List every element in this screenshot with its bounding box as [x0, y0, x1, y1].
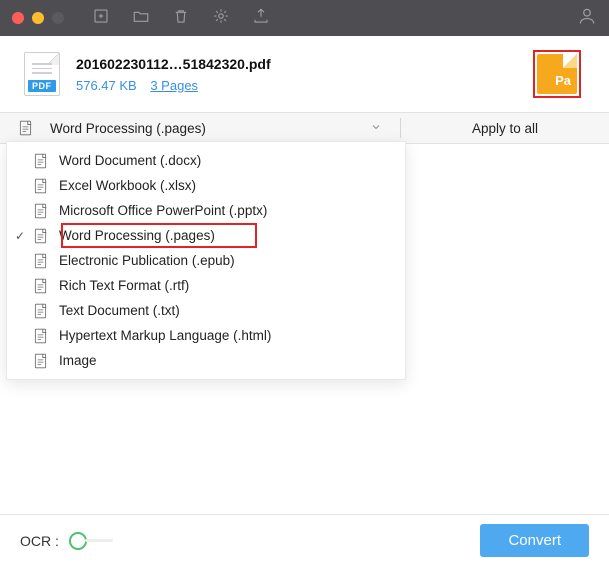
document-icon: [29, 203, 51, 219]
document-icon: [29, 153, 51, 169]
apply-to-all-button[interactable]: Apply to all: [401, 121, 609, 136]
dropdown-item-label: Electronic Publication (.epub): [59, 253, 235, 268]
document-icon: [29, 328, 51, 344]
dropdown-item[interactable]: Image: [7, 348, 405, 373]
toolbar-icons: [92, 7, 270, 30]
dropdown-item[interactable]: Excel Workbook (.xlsx): [7, 173, 405, 198]
format-bar: Word Processing (.pages) Apply to all: [0, 112, 609, 144]
pages-link[interactable]: 3 Pages: [150, 78, 198, 93]
checkmark-icon: ✓: [11, 229, 29, 243]
dropdown-item-label: Word Document (.docx): [59, 153, 201, 168]
format-icon-label: Pa: [555, 73, 571, 88]
trash-icon[interactable]: [172, 7, 190, 30]
format-select-label: Word Processing (.pages): [50, 121, 206, 136]
dropdown-item[interactable]: Electronic Publication (.epub): [7, 248, 405, 273]
document-icon: [29, 278, 51, 294]
dropdown-item[interactable]: Text Document (.txt): [7, 298, 405, 323]
format-select[interactable]: Word Processing (.pages): [50, 121, 400, 136]
dropdown-item[interactable]: Microsoft Office PowerPoint (.pptx): [7, 198, 405, 223]
dropdown-item-label: Excel Workbook (.xlsx): [59, 178, 196, 193]
folder-icon[interactable]: [132, 7, 150, 30]
ocr-toggle-track: [85, 539, 113, 542]
output-format-icon[interactable]: Pa: [533, 50, 581, 98]
ocr-toggle[interactable]: [69, 532, 113, 550]
file-size: 576.47 KB: [76, 78, 137, 93]
export-icon[interactable]: [252, 7, 270, 30]
format-dropdown: Word Document (.docx) Excel Workbook (.xl…: [6, 141, 406, 380]
document-icon: [29, 178, 51, 194]
dropdown-item-label: Word Processing (.pages): [59, 228, 215, 243]
dropdown-item-label: Hypertext Markup Language (.html): [59, 328, 271, 343]
dropdown-item-label: Rich Text Format (.rtf): [59, 278, 189, 293]
pdf-badge: PDF: [28, 80, 56, 92]
dropdown-item-label: Microsoft Office PowerPoint (.pptx): [59, 203, 267, 218]
file-name: 201602230112…51842320.pdf: [76, 56, 533, 72]
convert-button[interactable]: Convert: [480, 524, 589, 557]
pdf-file-icon: PDF: [24, 52, 60, 96]
document-icon: [29, 303, 51, 319]
minimize-window-button[interactable]: [32, 12, 44, 24]
dropdown-item[interactable]: ✓ Word Processing (.pages): [7, 223, 405, 248]
dropdown-item-label: Text Document (.txt): [59, 303, 180, 318]
document-icon: [29, 353, 51, 369]
add-file-icon[interactable]: [92, 7, 110, 30]
maximize-window-button[interactable]: [52, 12, 64, 24]
chevron-down-icon: [370, 121, 382, 136]
dropdown-item[interactable]: Rich Text Format (.rtf): [7, 273, 405, 298]
dropdown-item-label: Image: [59, 353, 97, 368]
document-icon: [29, 228, 51, 244]
format-row-icon: [0, 120, 50, 136]
dropdown-item[interactable]: Word Document (.docx): [7, 148, 405, 173]
file-row: PDF 201602230112…51842320.pdf 576.47 KB …: [0, 36, 609, 112]
gear-icon[interactable]: [212, 7, 230, 30]
document-icon: [29, 253, 51, 269]
dropdown-item[interactable]: Hypertext Markup Language (.html): [7, 323, 405, 348]
window-controls: [12, 12, 64, 24]
ocr-label: OCR :: [20, 533, 59, 549]
close-window-button[interactable]: [12, 12, 24, 24]
account-icon[interactable]: [577, 6, 597, 31]
bottom-bar: OCR : Convert: [0, 514, 609, 566]
titlebar: [0, 0, 609, 36]
